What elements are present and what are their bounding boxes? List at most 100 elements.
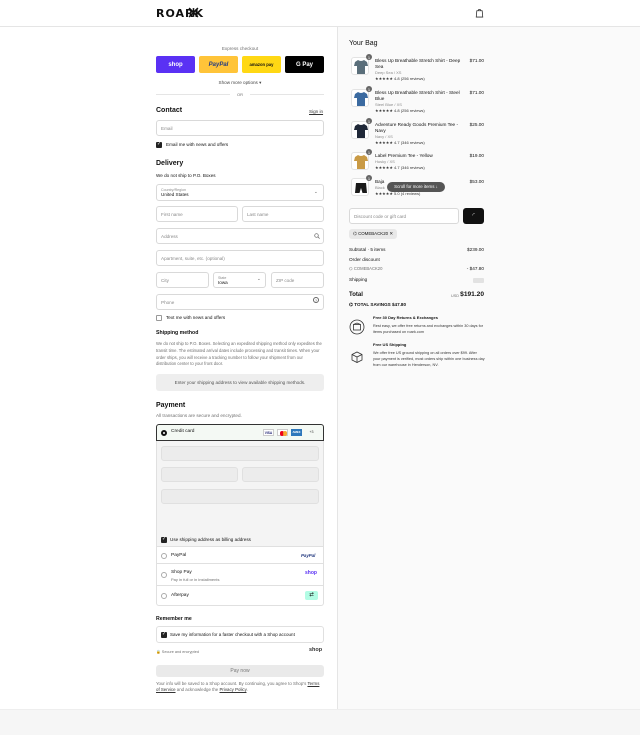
product-price: $25.00 (469, 122, 484, 127)
product-price: $71.00 (469, 58, 484, 63)
help-icon[interactable]: ? (313, 297, 319, 303)
subtotal-label: Subtotal · 5 items (349, 247, 386, 252)
apartment-field[interactable]: Apartment, suite, etc. (optional) (156, 250, 324, 266)
delivery-title: Delivery (156, 160, 184, 167)
security-code-field[interactable] (242, 467, 319, 482)
discount-value: - $47.80 (466, 266, 484, 271)
amex-icon: AMEX (291, 429, 302, 436)
text-offers-checkbox[interactable] (156, 315, 162, 321)
shipping-methods-placeholder: Enter your shipping address to view avai… (156, 374, 324, 391)
quantity-badge: 1 (366, 86, 372, 92)
perk-returns-title: Free 30 Day Returns & Exchanges (373, 315, 438, 320)
billing-same-checkbox[interactable] (161, 536, 167, 543)
product-rating: ★★★★★ 4.8 (256 reviews) (375, 76, 425, 81)
shop-pay-button[interactable]: shop (156, 56, 195, 73)
text-offers-label: Text me with news and offers (166, 315, 226, 320)
checkout-form: Express checkout shop PayPal amazon pay … (0, 27, 337, 721)
sign-in-link[interactable]: Sign in (309, 109, 323, 114)
shop-pay-sublabel: Pay in full or in installments (171, 577, 220, 582)
product-variant: Black (375, 185, 385, 190)
last-name-field[interactable]: Last name (242, 206, 324, 222)
contact-title: Contact (156, 107, 183, 114)
discount-code-label: ⌬ COMEBACK20 (349, 266, 383, 271)
lock-icon: 🔒 (156, 650, 161, 654)
first-name-field[interactable]: First name (156, 206, 238, 222)
paypal-logo: PayPal (301, 553, 316, 558)
card-number-field[interactable] (161, 446, 319, 461)
shop-pay-logo: shop (305, 570, 317, 576)
remember-me-title: Remember me (156, 616, 192, 622)
remove-discount-icon[interactable]: ✕ (389, 231, 393, 236)
show-more-options-link[interactable]: Show more options ▾ (156, 80, 324, 86)
product-image (351, 152, 369, 170)
name-on-card-field[interactable] (161, 489, 319, 504)
order-discount-label: Order discount (349, 257, 380, 262)
page-footer-band (0, 709, 640, 735)
product-image (351, 89, 369, 107)
save-info-checkbox[interactable] (161, 631, 167, 638)
credit-card-radio[interactable] (161, 430, 167, 436)
more-cards-badge: +3 (309, 430, 314, 434)
apply-discount-button[interactable]: ◜ (463, 208, 484, 224)
privacy-link[interactable]: Privacy Policy (219, 687, 246, 692)
shop-pay-radio[interactable] (161, 572, 167, 578)
product-image (351, 57, 369, 75)
perk-shipping-text: We offer free US ground shipping on all … (373, 351, 485, 367)
divider (156, 94, 230, 95)
shop-pay-option[interactable] (156, 564, 324, 586)
mastercard-icon (277, 429, 288, 436)
total-savings: ⌬ TOTAL SAVINGS $47.80 (349, 302, 407, 307)
shopping-bag-icon[interactable] (475, 8, 484, 18)
product-variant: Husky / XS (375, 159, 395, 164)
pay-now-button[interactable]: Pay now (156, 665, 324, 677)
site-header: ROARK (0, 0, 640, 27)
or-divider: OR (237, 92, 243, 97)
expiration-field[interactable] (161, 467, 238, 482)
brand-mark-icon (188, 7, 199, 18)
returns-box-icon (349, 319, 365, 335)
quantity-badge: 1 (366, 149, 372, 155)
paypal-label: PayPal (171, 553, 187, 558)
visa-icon: VISA (263, 429, 274, 436)
afterpay-label: Afterpay (171, 593, 189, 598)
product-price: $53.00 (469, 179, 484, 184)
quantity-badge: 1 (366, 175, 372, 181)
divider (250, 94, 324, 95)
legal-text: Your info will be saved to a Shop accoun… (156, 681, 320, 693)
discount-code-field[interactable]: Discount code or gift card (349, 208, 459, 224)
amazon-pay-button[interactable]: amazon pay (242, 56, 281, 73)
shipping-label: Shipping (349, 277, 368, 282)
paypal-radio[interactable] (161, 553, 167, 559)
phone-field[interactable]: Phone (156, 294, 324, 310)
newsletter-checkbox[interactable] (156, 141, 162, 148)
total-label: Total (349, 292, 363, 298)
shipping-method-title: Shipping method (156, 330, 199, 336)
total-value: $191.20 (460, 291, 484, 298)
shop-logo: shop (309, 647, 323, 653)
shipping-description: We do not ship to P.O. Boxes. Selecting … (156, 341, 322, 367)
address-field[interactable]: Address (156, 228, 324, 244)
zip-code-field[interactable]: ZIP code (271, 272, 324, 288)
shirt-icon (354, 92, 368, 106)
product-rating: ★★★★★ 4.7 (346 reviews) (375, 140, 425, 145)
shop-pay-label: Shop Pay (171, 570, 192, 575)
perk-returns-text: Rest easy, we offer free returns and exc… (373, 324, 484, 334)
email-field[interactable]: Email (156, 120, 324, 136)
product-rating: ★★★★★ 4.7 (346 reviews) (375, 165, 425, 170)
country-select[interactable]: Country/Region United States (156, 184, 324, 201)
paypal-button[interactable]: PayPal (199, 56, 238, 73)
savings-tag-icon: ⌬ (349, 302, 354, 307)
scroll-more-tooltip[interactable]: Scroll for more items ↓ (387, 182, 445, 192)
product-image (351, 121, 369, 139)
bag-title: Your Bag (349, 40, 378, 47)
perk-shipping-title: Free US Shipping (373, 342, 407, 347)
quantity-badge: 1 (366, 118, 372, 124)
payment-title: Payment (156, 402, 186, 409)
express-checkout-title: Express checkout (221, 46, 259, 51)
city-field[interactable]: City (156, 272, 209, 288)
product-price: $19.00 (469, 153, 484, 158)
shirt-icon (354, 124, 368, 138)
google-pay-button[interactable]: G Pay (285, 56, 324, 73)
afterpay-radio[interactable] (161, 593, 167, 599)
billing-same-label: Use shipping address as billing address (170, 537, 251, 542)
